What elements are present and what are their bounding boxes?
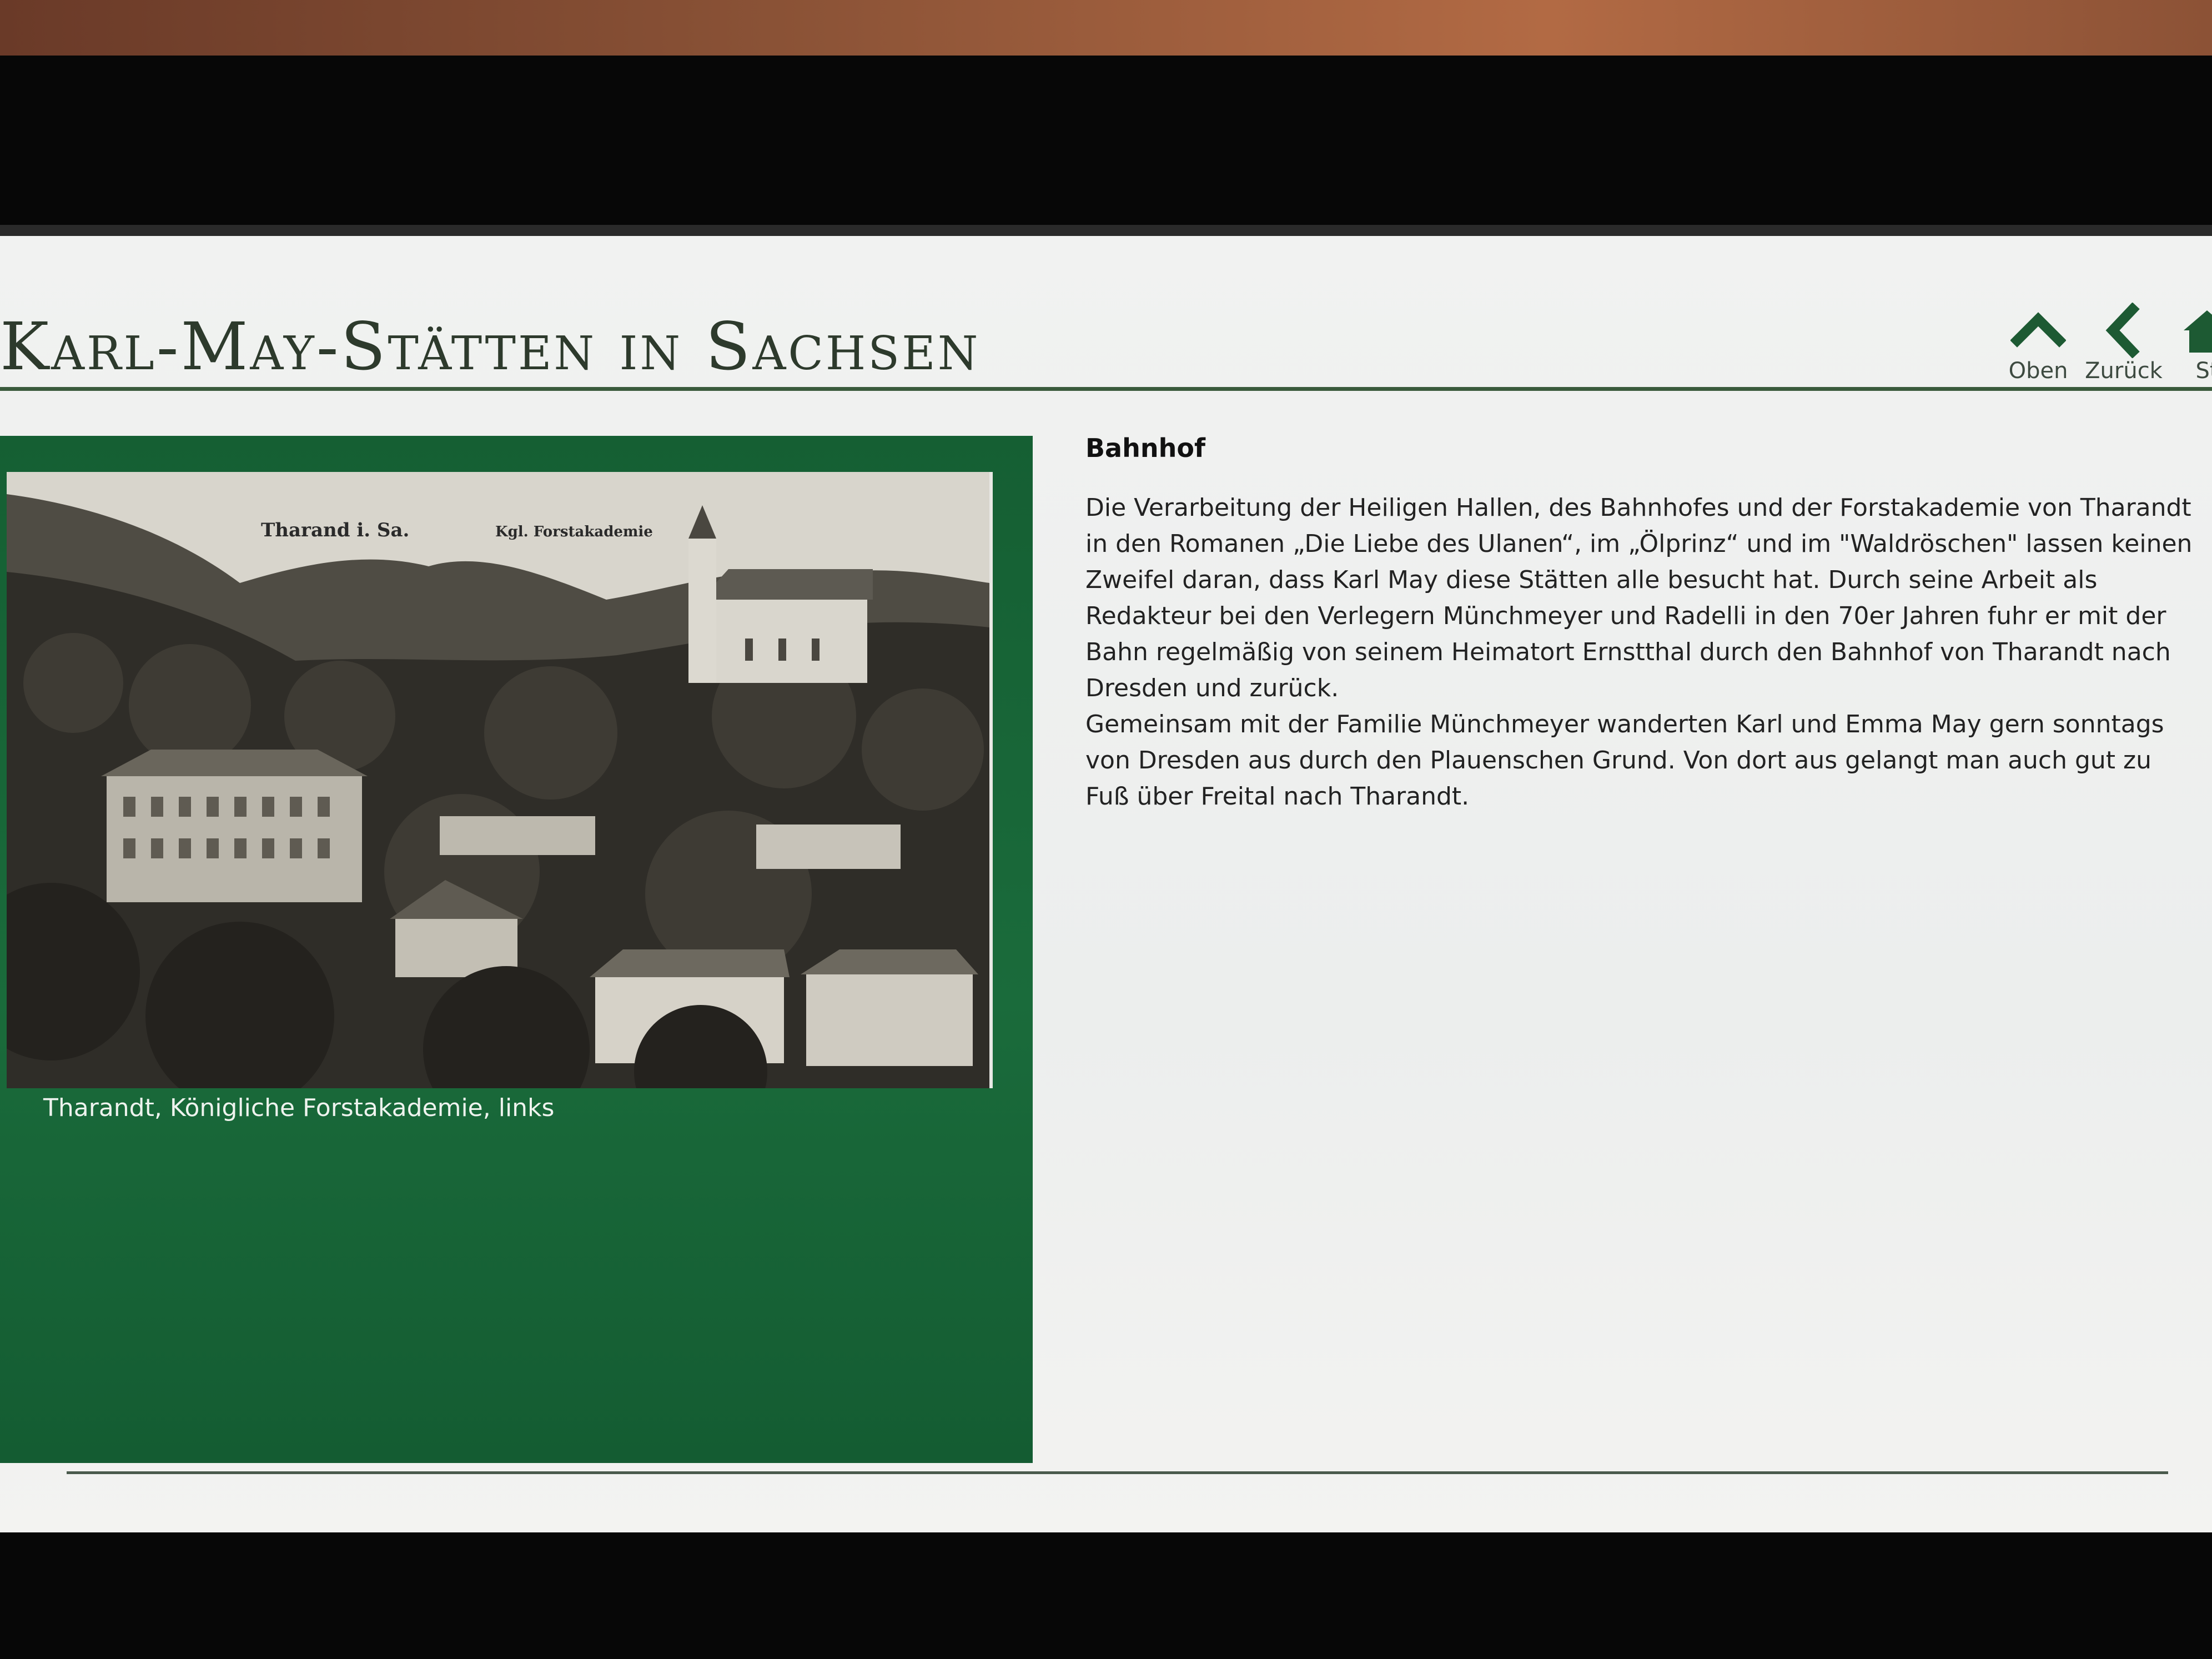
article: Bahnhof Die Verarbeitung der Heiligen Ha…: [1085, 433, 2196, 815]
article-heading: Bahnhof: [1085, 433, 1205, 463]
nav-start-label: St: [2195, 358, 2212, 384]
chevron-up-icon: [2010, 312, 2066, 348]
nav-back-button[interactable]: Zurück: [2082, 303, 2165, 386]
header-divider: [0, 387, 2212, 391]
article-paragraph: Die Verarbeitung der Heiligen Hallen, de…: [1085, 494, 2193, 702]
nav-up-button[interactable]: Oben: [1997, 303, 2080, 386]
article-paragraph: Gemeinsam mit der Familie Münchmeyer wan…: [1085, 710, 2164, 811]
home-icon: [2184, 310, 2212, 353]
footer-divider: [67, 1471, 2168, 1474]
image-caption: Tharandt, Königliche Forstakademie, link…: [43, 1094, 555, 1122]
photo-illustration: [7, 472, 989, 1088]
photo-inscription-building: Kgl. Forstakademie: [495, 524, 653, 540]
photo-inscription-place: Tharand i. Sa.: [261, 519, 410, 541]
kiosk-screen: Karl-May-Stätten in Sachsen Oben Zurück …: [0, 236, 2212, 1532]
nav-start-button[interactable]: St: [2165, 303, 2212, 386]
chevron-left-icon: [2105, 303, 2140, 358]
historic-photo: Tharand i. Sa. Kgl. Forstakademie: [7, 472, 993, 1088]
page-title: Karl-May-Stätten in Sachsen: [0, 308, 981, 385]
